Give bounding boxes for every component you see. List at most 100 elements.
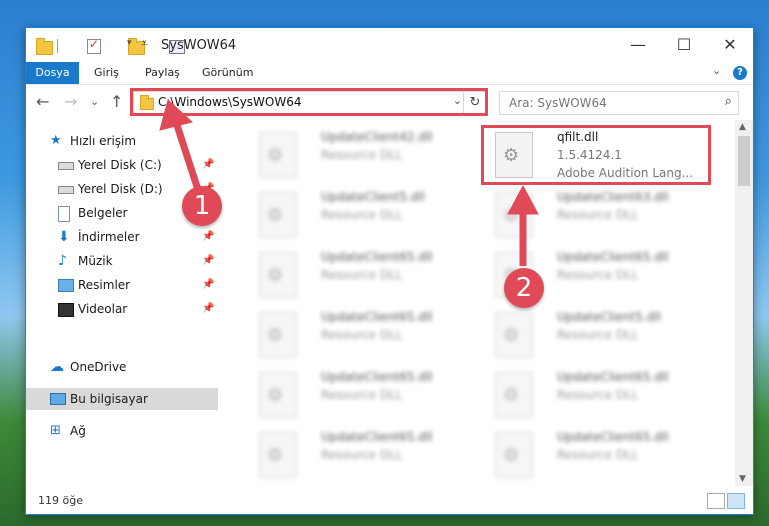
file-name: UpdateClient65.dll (557, 370, 669, 384)
address-highlight (130, 88, 488, 116)
sidebar-item-videos[interactable]: Videolar 📌 (26, 298, 218, 320)
sidebar-item-label: Belgeler (78, 206, 128, 220)
file-name: UpdateClient65.dll (321, 370, 433, 384)
file-type: Resource DLL (321, 448, 403, 462)
sidebar-item-quick-access[interactable]: ★ Hızlı erişim (26, 130, 218, 152)
download-icon: ⬇ (58, 229, 70, 245)
file-name: UpdateClient5.dll (557, 310, 661, 324)
sidebar-item-pictures[interactable]: Resimler 📌 (26, 274, 218, 296)
scroll-up-icon[interactable]: ▲ (739, 122, 746, 132)
file-name: UpdateClient42.dll (321, 130, 433, 144)
dll-file-icon (495, 432, 533, 478)
sidebar-item-label: Yerel Disk (C:) (78, 158, 162, 172)
file-type: Resource DLL (557, 208, 639, 222)
sidebar-item-network[interactable]: ⊞ Ağ (26, 420, 218, 442)
dll-file-icon (259, 192, 297, 238)
file-item[interactable]: UpdateClient65.dll Resource DLL (485, 366, 711, 422)
sidebar-item-onedrive[interactable]: ☁ OneDrive (26, 356, 218, 378)
pin-icon[interactable]: 📌 (202, 226, 214, 248)
music-icon: ♪ (58, 253, 67, 269)
pin-icon[interactable]: 📌 (202, 250, 214, 272)
title-bar: ▾ ⩡ SysWOW64 — ☐ ✕ (26, 28, 753, 62)
annotation-badge-2: 2 (504, 268, 544, 308)
recent-locations-button[interactable]: ⌄ (90, 95, 99, 108)
videos-icon (58, 303, 74, 317)
sidebar-item-label: Bu bilgisayar (70, 392, 148, 406)
file-name: UpdateClient65.dll (321, 310, 433, 324)
back-button[interactable]: ← (36, 92, 49, 111)
dll-file-icon (495, 372, 533, 418)
scroll-down-icon[interactable]: ▼ (739, 474, 746, 484)
dll-file-icon (259, 432, 297, 478)
search-icon[interactable]: ⌕ (725, 94, 732, 109)
pin-icon[interactable]: 📌 (202, 154, 214, 176)
sidebar-item-downloads[interactable]: ⬇ İndirmeler 📌 (26, 226, 218, 248)
window-title: SysWOW64 (161, 38, 237, 53)
documents-icon (58, 206, 70, 222)
qat-menu-icon[interactable]: ⩡ (141, 36, 148, 52)
file-item[interactable]: UpdateClient65.dll Resource DLL (249, 426, 475, 482)
tab-file[interactable]: Dosya (26, 62, 79, 84)
file-item[interactable]: UpdateClient5.dll Resource DLL (485, 306, 711, 362)
dll-file-icon (259, 132, 297, 178)
details-view-icon[interactable] (707, 493, 725, 509)
file-item[interactable]: UpdateClient63.dll Resource DLL (485, 186, 711, 242)
sidebar-item-music[interactable]: ♪ Müzik 📌 (26, 250, 218, 272)
maximize-button[interactable]: ☐ (661, 28, 707, 62)
tab-share[interactable]: Paylaş (145, 62, 180, 84)
properties-check-icon[interactable] (86, 37, 101, 54)
help-icon[interactable]: ? (733, 66, 747, 80)
sidebar-item-local-disk-c[interactable]: Yerel Disk (C:) 📌 (26, 154, 218, 176)
file-item[interactable]: UpdateClient65.dll Resource DLL (249, 306, 475, 362)
network-icon: ⊞ (50, 423, 61, 438)
cloud-icon: ☁ (50, 359, 64, 375)
drive-icon (58, 186, 74, 194)
file-item[interactable]: UpdateClient65.dll Resource DLL (249, 366, 475, 422)
sidebar-item-label: Hızlı erişim (70, 134, 137, 148)
file-item[interactable]: UpdateClient42.dll Resource DLL (249, 126, 475, 182)
file-type: Resource DLL (321, 388, 403, 402)
sidebar-item-this-pc[interactable]: Bu bilgisayar (26, 388, 218, 410)
file-item[interactable]: UpdateClient65.dll Resource DLL (249, 246, 475, 302)
tab-view[interactable]: Görünüm (202, 62, 253, 84)
close-button[interactable]: ✕ (707, 28, 753, 62)
folder-icon[interactable] (36, 38, 53, 55)
file-type: Resource DLL (557, 448, 639, 462)
forward-button[interactable]: → (64, 92, 77, 111)
file-type: Resource DLL (557, 388, 639, 402)
chevron-down-icon[interactable]: ▾ (127, 38, 132, 54)
vertical-scrollbar[interactable]: ▲ ▼ (735, 120, 753, 486)
file-type: Resource DLL (321, 268, 403, 282)
file-highlight (481, 125, 711, 185)
file-name: UpdateClient65.dll (321, 430, 433, 444)
file-name: UpdateClient65.dll (557, 250, 669, 264)
minimize-button[interactable]: — (615, 28, 661, 62)
tiles-view-icon[interactable] (727, 493, 745, 509)
sidebar-item-label: Müzik (78, 254, 113, 268)
search-box[interactable]: ⌕ (499, 91, 739, 115)
file-type: Resource DLL (321, 328, 403, 342)
sidebar-item-label: Yerel Disk (D:) (78, 182, 163, 196)
pictures-icon (58, 279, 74, 292)
pin-icon[interactable]: 📌 (202, 298, 214, 320)
dll-file-icon (259, 252, 297, 298)
dll-file-icon (495, 312, 533, 358)
search-input[interactable] (507, 92, 711, 114)
file-item[interactable]: UpdateClient5.dll Resource DLL (249, 186, 475, 242)
up-button[interactable]: ↑ (110, 92, 123, 111)
file-type: Resource DLL (557, 268, 639, 282)
dll-file-icon (259, 372, 297, 418)
tab-home[interactable]: Giriş (94, 62, 119, 84)
file-type: Resource DLL (321, 208, 403, 222)
sidebar-item-label: Resimler (78, 278, 131, 292)
scrollbar-thumb[interactable] (738, 136, 750, 186)
pin-icon[interactable]: 📌 (202, 274, 214, 296)
computer-icon (50, 393, 66, 405)
toolbar-separator (57, 39, 58, 53)
file-name: UpdateClient65.dll (321, 250, 433, 264)
sidebar-item-label: OneDrive (70, 360, 127, 374)
ribbon-expand-icon[interactable]: ⌄ (712, 64, 721, 77)
file-item[interactable]: UpdateClient65.dll Resource DLL (485, 426, 711, 482)
item-count: 119 öğe (38, 494, 83, 507)
ribbon-tabs: Dosya Giriş Paylaş Görünüm ⌄ ? (26, 62, 753, 85)
